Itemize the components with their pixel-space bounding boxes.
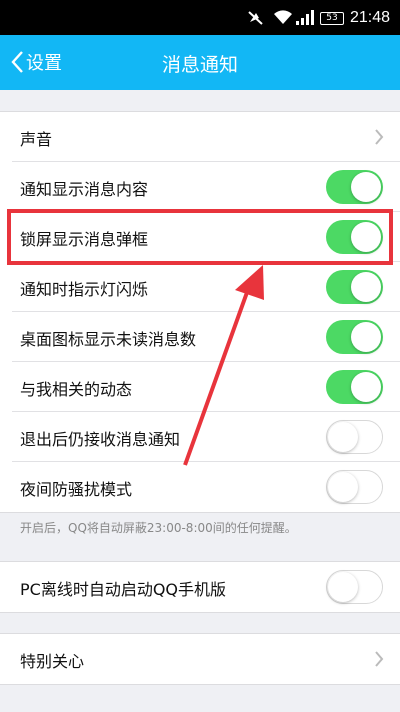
annotation-arrow [183,265,264,466]
